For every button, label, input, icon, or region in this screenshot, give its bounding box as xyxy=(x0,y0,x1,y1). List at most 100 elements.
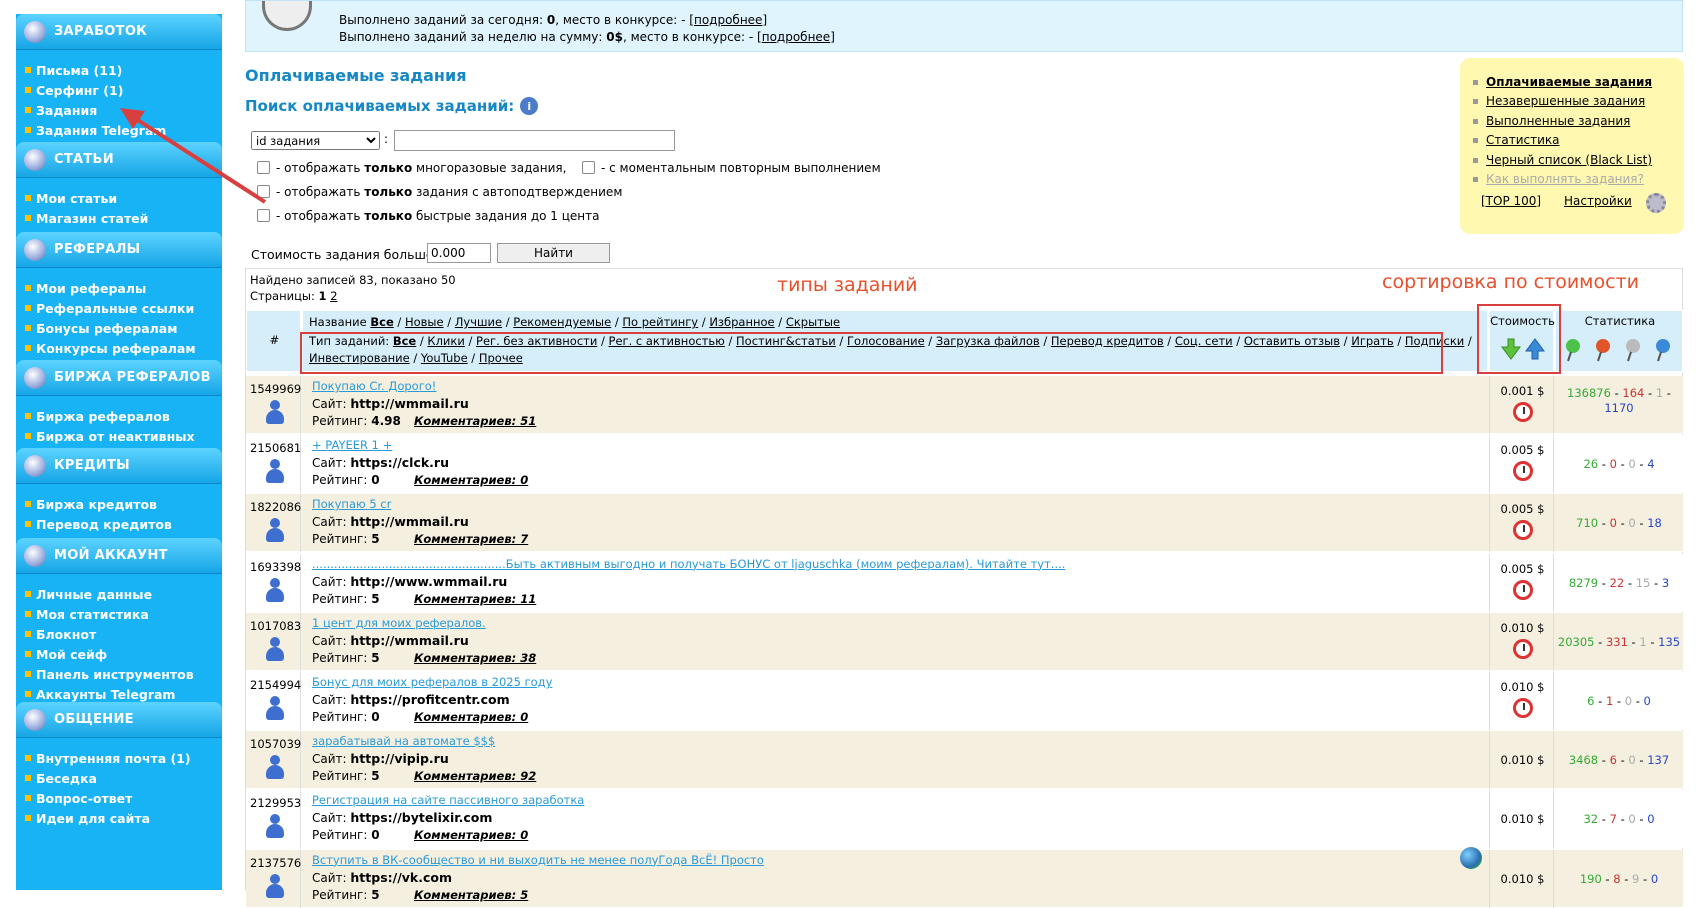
sidebar-item-label: Задания xyxy=(36,102,98,118)
sidebar-item[interactable]: Конкурсы рефералам xyxy=(16,338,222,358)
comments-link[interactable]: Комментариев: 0 xyxy=(414,710,528,724)
info-icon[interactable]: i xyxy=(520,97,539,115)
name-filter-link[interactable]: Избранное xyxy=(709,315,774,329)
comments-link[interactable]: Комментариев: 38 xyxy=(414,651,536,665)
comments-link[interactable]: Комментариев: 51 xyxy=(414,414,536,428)
name-filter-link[interactable]: Лучшие xyxy=(455,315,502,329)
sidebar-section-header[interactable]: КРЕДИТЫ xyxy=(16,448,222,484)
today-details-link[interactable]: подробнее xyxy=(694,13,762,27)
user-icon[interactable] xyxy=(266,873,284,898)
user-icon[interactable] xyxy=(266,696,284,720)
sidebar-item[interactable]: Реферальные ссылки xyxy=(16,298,222,318)
task-title-link[interactable]: Вступить в ВК-сообщество и ни выходить н… xyxy=(312,853,764,867)
task-title-link[interactable]: зарабатывай на автомате $$$ xyxy=(312,734,495,748)
sidebar-item[interactable]: Мои рефералы xyxy=(16,278,222,298)
sidebar-item[interactable]: Магазин статей xyxy=(16,208,222,228)
sidebar-item[interactable]: Аккаунты Telegram xyxy=(16,684,222,704)
sidebar-item[interactable]: Биржа от неактивных xyxy=(16,426,222,446)
menu-item[interactable]: Выполненные задания xyxy=(1486,114,1630,128)
task-site: Сайт: https://clck.ru xyxy=(312,455,449,471)
comments-link[interactable]: Комментариев: 11 xyxy=(414,592,536,606)
page-1[interactable]: 1 xyxy=(319,289,327,303)
user-icon[interactable] xyxy=(266,755,284,780)
task-title-link[interactable]: Покупаю 5 cr xyxy=(312,497,391,511)
sidebar-item-label: Биржа рефералов xyxy=(36,408,170,424)
name-filter-link[interactable]: По рейтингу xyxy=(622,315,698,329)
annotation-cost-sort: сортировка по стоимости xyxy=(1382,271,1639,293)
sidebar-section-header[interactable]: МОЙ АККАУНТ xyxy=(16,538,222,574)
sidebar-item[interactable]: Панель инструментов xyxy=(16,664,222,684)
sidebar-item[interactable]: Идеи для сайта xyxy=(16,808,222,828)
annotation-sort-box xyxy=(1477,304,1561,374)
task-title-link[interactable]: Регистрация на сайте пассивного заработк… xyxy=(312,793,584,807)
settings-link[interactable]: Настройки xyxy=(1564,194,1632,208)
sidebar-item-label: Панель инструментов xyxy=(36,666,194,682)
user-icon[interactable] xyxy=(266,400,284,424)
sidebar-item-label: Мои статьи xyxy=(36,190,118,206)
name-filter-link[interactable]: Скрытые xyxy=(786,315,840,329)
menu-bullet-icon xyxy=(1473,138,1478,144)
sidebar-item[interactable]: Внутренняя почта (1) xyxy=(16,748,222,768)
menu-item[interactable]: Черный список (Black List) xyxy=(1486,153,1652,167)
find-button[interactable]: Найти xyxy=(497,243,610,263)
sidebar-section-header[interactable]: ЗАРАБОТОК xyxy=(16,14,222,50)
sidebar-item[interactable]: Серфинг (1) xyxy=(16,80,222,100)
user-icon[interactable] xyxy=(266,577,284,602)
user-icon[interactable] xyxy=(266,814,284,839)
task-id: 2154994 xyxy=(250,678,302,692)
page-2[interactable]: 2 xyxy=(330,289,337,303)
task-title-link[interactable]: Покупаю Cr. Дорого! xyxy=(312,379,436,393)
menu-item[interactable]: Незавершенные задания xyxy=(1486,94,1645,108)
filter-checkbox[interactable] xyxy=(257,209,270,222)
header-num-cell: # xyxy=(246,310,301,372)
task-rating: Рейтинг: 5 xyxy=(312,591,380,606)
name-filter-link[interactable]: Рекомендуемые xyxy=(513,315,611,329)
task-stats: 8279 - 22 - 15 - 3 xyxy=(1568,575,1670,590)
bullet-icon xyxy=(25,691,31,697)
sidebar-item[interactable]: Беседка xyxy=(16,768,222,788)
comments-link[interactable]: Комментариев: 92 xyxy=(414,769,536,783)
user-icon[interactable] xyxy=(266,636,284,661)
top100-link[interactable]: [TOP 100] xyxy=(1481,194,1541,208)
menu-item[interactable]: Статистика xyxy=(1486,133,1560,147)
task-rating: Рейтинг: 4.98 xyxy=(312,414,401,428)
name-filter-link[interactable]: Новые xyxy=(405,315,444,329)
today-tasks-line: Выполнено заданий за сегодня: 0, место в… xyxy=(339,13,768,27)
sidebar-item-label: Реферальные ссылки xyxy=(36,300,195,316)
menu-item[interactable]: Оплачиваемые задания xyxy=(1486,75,1652,89)
comments-link[interactable]: Комментариев: 0 xyxy=(414,473,528,487)
sidebar-item[interactable]: Мой сейф xyxy=(16,644,222,664)
sidebar-section-header[interactable]: ОБЩЕНИЕ xyxy=(16,702,222,738)
sidebar-item[interactable]: Моя статистика xyxy=(16,604,222,624)
sidebar-item[interactable]: Вопрос-ответ xyxy=(16,788,222,808)
search-input[interactable] xyxy=(394,130,675,151)
task-price: 0.005 $ xyxy=(1500,561,1545,576)
task-title-link[interactable]: 1 цент для моих рефералов. xyxy=(312,616,486,630)
task-title-link[interactable]: + PAYEER 1 + xyxy=(312,438,392,452)
user-icon[interactable] xyxy=(266,518,284,543)
row-stats-cell: 6 - 1 - 0 - 0 xyxy=(1555,672,1683,730)
sidebar-item[interactable]: Блокнот xyxy=(16,624,222,644)
sidebar-item[interactable]: Бонусы рефералам xyxy=(16,318,222,338)
filter-checkbox[interactable] xyxy=(582,161,595,174)
sidebar-item[interactable]: Письма (11) xyxy=(16,60,222,80)
chat-icon xyxy=(24,708,46,731)
user-icon[interactable] xyxy=(266,459,284,484)
sidebar-section-header[interactable]: БИРЖА РЕФЕРАЛОВ xyxy=(16,360,222,396)
sidebar-item[interactable]: Перевод кредитов xyxy=(16,514,222,534)
gear-icon[interactable] xyxy=(1646,193,1666,213)
task-title-link[interactable]: ........................................… xyxy=(312,557,1065,571)
menu-item[interactable]: Как выполнять задания? xyxy=(1486,172,1644,186)
row-id-cell: 2150681 xyxy=(246,435,301,494)
sidebar-item[interactable]: Личные данные xyxy=(16,584,222,604)
comments-link[interactable]: Комментариев: 7 xyxy=(414,532,528,546)
week-details-link[interactable]: подробнее xyxy=(762,30,830,44)
sidebar-section-header[interactable]: РЕФЕРАЛЫ xyxy=(16,232,222,268)
sidebar-item[interactable]: Биржа рефералов xyxy=(16,406,222,426)
task-title-link[interactable]: Бонус для моих рефералов в 2025 году xyxy=(312,675,552,689)
cost-input[interactable] xyxy=(427,243,491,263)
name-filter-link[interactable]: Все xyxy=(370,315,393,329)
sidebar-item[interactable]: Биржа кредитов xyxy=(16,494,222,514)
task-id: 1822086 xyxy=(250,500,302,515)
comments-link[interactable]: Комментариев: 0 xyxy=(414,828,528,842)
